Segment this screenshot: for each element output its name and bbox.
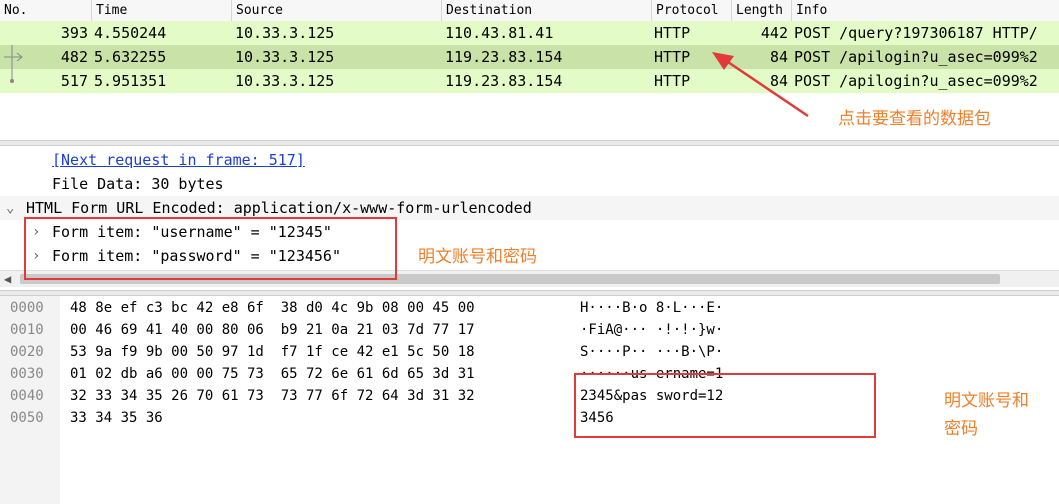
byte-offset: 0020 (10, 344, 44, 360)
col-header-no[interactable]: No. (0, 0, 92, 21)
col-header-destination[interactable]: Destination (442, 0, 652, 21)
packet-info: POST /query?197306187 HTTP/ (794, 24, 1038, 42)
packet-info: POST /apilogin?u_asec=099%2 (794, 48, 1038, 66)
packet-time: 5.951351 (94, 72, 167, 90)
bytes-highlight-box (574, 373, 876, 438)
form-annotation: 明文账号和密码 (418, 247, 537, 267)
packet-annotation: 点击要查看的数据包 (838, 109, 991, 129)
packet-row[interactable]: 393 4.550244 10.33.3.125 110.43.81.41 HT… (0, 21, 1059, 45)
packet-bytes-pane[interactable]: 0000 0010 0020 0030 0040 0050 48 8e ef c… (0, 296, 1059, 504)
col-header-length[interactable]: Length (732, 0, 792, 21)
packet-info: POST /apilogin?u_asec=099%2 (794, 72, 1038, 90)
file-data-line[interactable]: File Data: 30 bytes (52, 172, 224, 196)
ascii-line[interactable]: H····B·o 8·L···E· (580, 297, 723, 319)
scroll-left-icon[interactable]: ◀ (4, 271, 11, 287)
packet-protocol: HTTP (654, 72, 691, 90)
chevron-down-icon[interactable]: ⌄ (6, 196, 14, 220)
byte-offset: 0010 (10, 322, 44, 338)
byte-offset: 0030 (10, 366, 44, 382)
packet-row[interactable]: 517 5.951351 10.33.3.125 119.23.83.154 H… (0, 69, 1059, 93)
packet-destination: 119.23.83.154 (445, 48, 563, 66)
byte-offset: 0000 (10, 300, 44, 316)
byte-offset: 0040 (10, 388, 44, 404)
col-header-info[interactable]: Info (792, 0, 1059, 21)
bytes-annotation-line1: 明文账号和 (944, 391, 1029, 411)
packet-no: 517 (60, 72, 88, 90)
form-items-highlight-box (24, 217, 397, 280)
col-header-protocol[interactable]: Protocol (652, 0, 732, 21)
packet-list-header: No. Time Source Destination Protocol Len… (0, 0, 1059, 22)
hex-line[interactable]: 48 8e ef c3 bc 42 e8 6f 38 d0 4c 9b 08 0… (70, 297, 475, 319)
col-header-source[interactable]: Source (232, 0, 442, 21)
hex-line[interactable]: 00 46 69 41 40 00 80 06 b9 21 0a 21 03 7… (70, 319, 475, 341)
next-request-link[interactable]: [Next request in frame: 517] (52, 148, 305, 172)
hex-line[interactable]: 53 9a f9 9b 00 50 97 1d f7 1f ce 42 e1 5… (70, 341, 475, 363)
packet-time: 4.550244 (94, 24, 167, 42)
ascii-line[interactable]: S····P·· ···B·\P· (580, 341, 723, 363)
hex-line[interactable]: 01 02 db a6 00 00 75 73 65 72 6e 61 6d 6… (70, 363, 475, 385)
packet-protocol: HTTP (654, 24, 691, 42)
packet-protocol: HTTP (654, 48, 691, 66)
bytes-annotation-line2: 密码 (944, 419, 978, 439)
hex-line[interactable]: 32 33 34 35 26 70 61 73 73 77 6f 72 64 3… (70, 385, 475, 407)
packet-time: 5.632255 (94, 48, 167, 66)
annotation-arrow-icon (712, 52, 809, 118)
packet-source: 10.33.3.125 (235, 72, 335, 90)
packet-destination: 119.23.83.154 (445, 72, 563, 90)
packet-no: 482 (60, 48, 88, 66)
hex-line[interactable]: 33 34 35 36 (70, 407, 163, 429)
packet-no: 393 (60, 24, 88, 42)
byte-offset: 0050 (10, 410, 44, 426)
packet-source: 10.33.3.125 (235, 24, 335, 42)
packet-source: 10.33.3.125 (235, 48, 335, 66)
packet-destination: 110.43.81.41 (445, 24, 554, 42)
col-header-time[interactable]: Time (92, 0, 232, 21)
ascii-line[interactable]: ·FiA@··· ·!·!·}w· (580, 319, 723, 341)
packet-row-selected[interactable]: 482 5.632255 10.33.3.125 119.23.83.154 H… (0, 45, 1059, 69)
